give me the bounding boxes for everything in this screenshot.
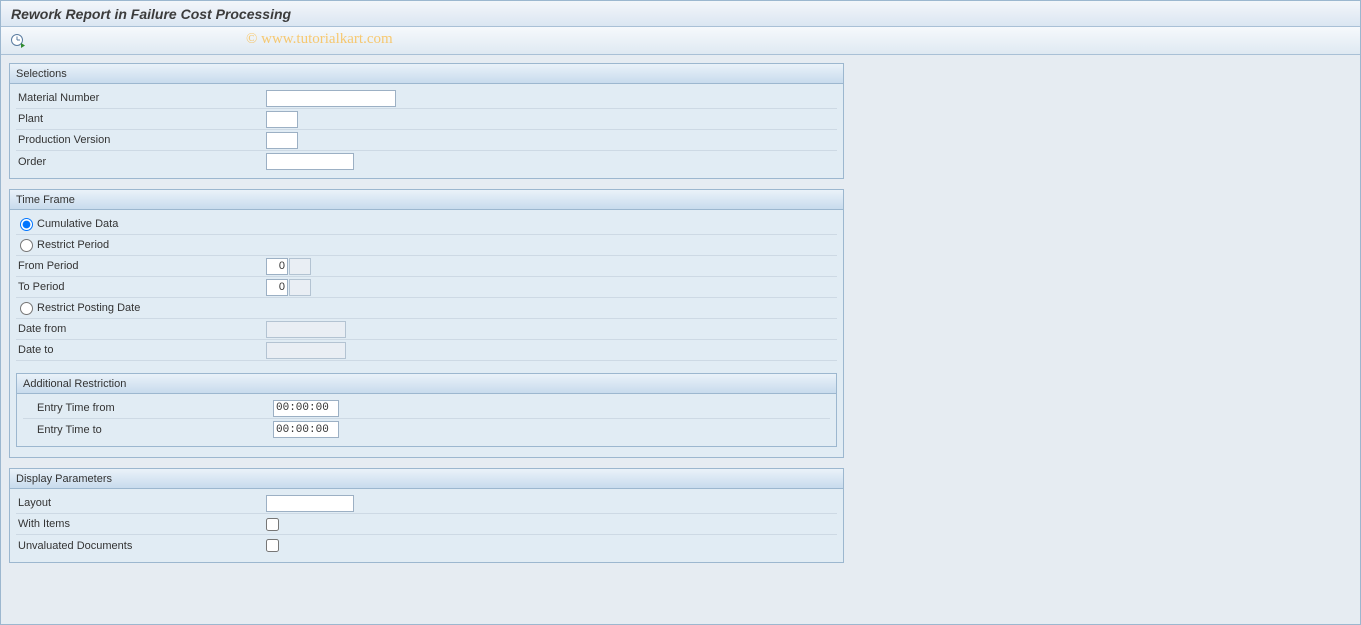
group-timeframe: Time Frame Cumulative Data Restrict Peri… bbox=[9, 189, 844, 458]
input-production-version[interactable] bbox=[266, 132, 298, 149]
checkbox-with-items[interactable] bbox=[266, 518, 279, 531]
input-material-number[interactable] bbox=[266, 90, 396, 107]
label-to-period: To Period bbox=[16, 277, 241, 297]
row-to-period: To Period bbox=[16, 277, 837, 298]
execute-button[interactable] bbox=[9, 32, 27, 50]
watermark: © www.tutorialkart.com bbox=[246, 31, 393, 48]
label-date-from: Date from bbox=[16, 319, 241, 339]
group-header-display: Display Parameters bbox=[10, 469, 843, 489]
row-order: Order bbox=[16, 151, 837, 172]
input-layout[interactable] bbox=[266, 495, 354, 512]
radio-restrict-period[interactable] bbox=[20, 239, 33, 252]
row-unvaluated: Unvaluated Documents bbox=[16, 535, 837, 556]
label-with-items: With Items bbox=[16, 514, 241, 534]
label-material-number: Material Number bbox=[16, 88, 241, 108]
group-additional-restriction: Additional Restriction Entry Time from E… bbox=[16, 373, 837, 447]
row-date-to: Date to bbox=[16, 340, 837, 361]
row-cumulative: Cumulative Data bbox=[16, 214, 837, 235]
checkbox-unvaluated[interactable] bbox=[266, 539, 279, 552]
input-to-period[interactable] bbox=[266, 279, 288, 296]
row-production-version: Production Version bbox=[16, 130, 837, 151]
group-display-parameters: Display Parameters Layout With Items Unv… bbox=[9, 468, 844, 563]
row-with-items: With Items bbox=[16, 514, 837, 535]
radio-restrict-posting[interactable] bbox=[20, 302, 33, 315]
label-plant: Plant bbox=[16, 109, 241, 129]
input-to-period-2 bbox=[289, 279, 311, 296]
group-header-timeframe: Time Frame bbox=[10, 190, 843, 210]
input-order[interactable] bbox=[266, 153, 354, 170]
input-date-from[interactable] bbox=[266, 321, 346, 338]
label-production-version: Production Version bbox=[16, 130, 241, 150]
radio-cumulative-label[interactable]: Cumulative Data bbox=[18, 218, 118, 231]
input-from-period-2 bbox=[289, 258, 311, 275]
radio-restrict-period-label[interactable]: Restrict Period bbox=[18, 239, 109, 252]
label-order: Order bbox=[16, 151, 241, 172]
input-entry-time-from[interactable] bbox=[273, 400, 339, 417]
radio-cumulative[interactable] bbox=[20, 218, 33, 231]
label-layout: Layout bbox=[16, 493, 241, 513]
row-layout: Layout bbox=[16, 493, 837, 514]
title-bar: Rework Report in Failure Cost Processing bbox=[1, 1, 1360, 27]
group-header-selections: Selections bbox=[10, 64, 843, 84]
radio-restrict-posting-label[interactable]: Restrict Posting Date bbox=[18, 302, 140, 315]
label-unvaluated: Unvaluated Documents bbox=[16, 535, 241, 556]
page-title: Rework Report in Failure Cost Processing bbox=[11, 6, 291, 22]
label-restrict-posting: Restrict Posting Date bbox=[37, 302, 140, 314]
label-from-period: From Period bbox=[16, 256, 241, 276]
label-entry-time-to: Entry Time to bbox=[23, 419, 258, 440]
row-entry-time-from: Entry Time from bbox=[23, 398, 830, 419]
row-date-from: Date from bbox=[16, 319, 837, 340]
toolbar: © www.tutorialkart.com bbox=[1, 27, 1360, 55]
row-restrict-period: Restrict Period bbox=[16, 235, 837, 256]
input-entry-time-to[interactable] bbox=[273, 421, 339, 438]
app-window: Rework Report in Failure Cost Processing… bbox=[0, 0, 1361, 625]
row-material-number: Material Number bbox=[16, 88, 837, 109]
row-from-period: From Period bbox=[16, 256, 837, 277]
row-plant: Plant bbox=[16, 109, 837, 130]
label-cumulative: Cumulative Data bbox=[37, 218, 118, 230]
row-entry-time-to: Entry Time to bbox=[23, 419, 830, 440]
label-entry-time-from: Entry Time from bbox=[23, 398, 258, 418]
input-from-period[interactable] bbox=[266, 258, 288, 275]
label-restrict-period: Restrict Period bbox=[37, 239, 109, 251]
clock-execute-icon bbox=[10, 33, 26, 49]
content-area: Selections Material Number Plant Product… bbox=[1, 55, 1360, 581]
input-date-to[interactable] bbox=[266, 342, 346, 359]
group-selections: Selections Material Number Plant Product… bbox=[9, 63, 844, 179]
group-header-additional: Additional Restriction bbox=[17, 374, 836, 394]
input-plant[interactable] bbox=[266, 111, 298, 128]
label-date-to: Date to bbox=[16, 340, 241, 360]
row-restrict-posting: Restrict Posting Date bbox=[16, 298, 837, 319]
